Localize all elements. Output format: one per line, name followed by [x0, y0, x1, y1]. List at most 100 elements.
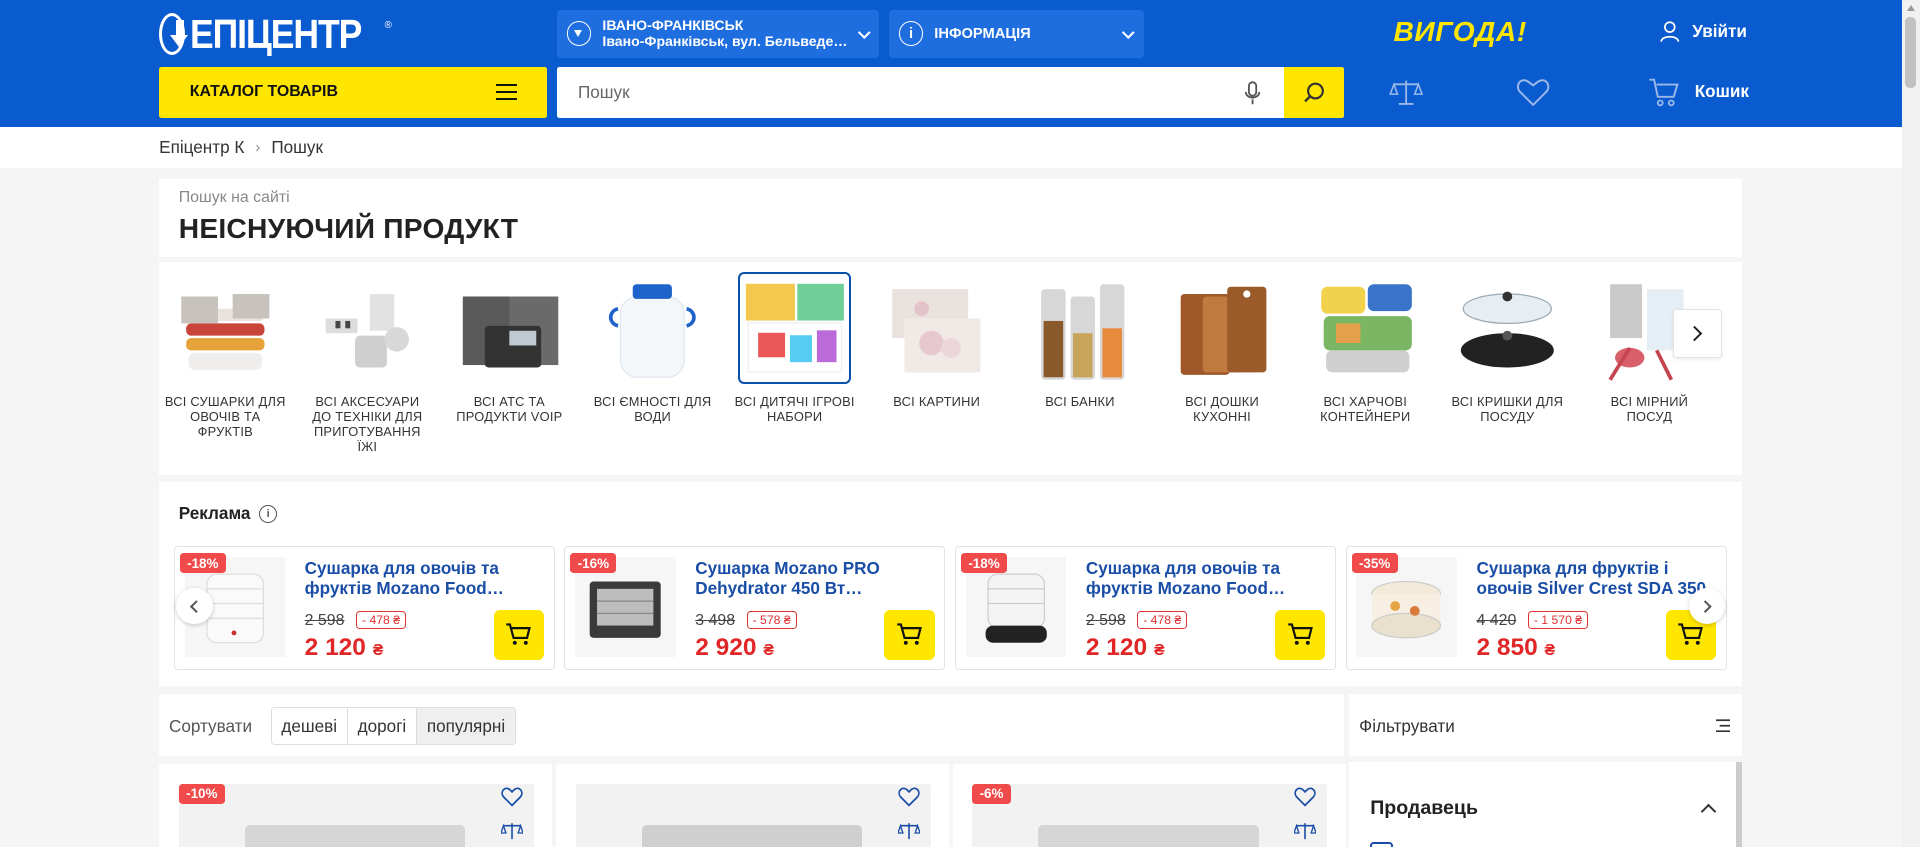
ad-product-name[interactable]: Сушарка для фруктів і овочів Silver Cres…	[1477, 558, 1717, 598]
catalog-button[interactable]: КАТАЛОГ ТОВАРІВ	[159, 67, 548, 118]
category-next-button[interactable]	[1672, 308, 1722, 358]
add-to-cart-button[interactable]	[1274, 609, 1326, 660]
seller-filter-title: Продавець	[1370, 797, 1478, 820]
search-bar	[557, 67, 1345, 118]
category-item[interactable]: ВСІ ХАРЧОВІ КОНТЕЙНЕРИ	[1304, 272, 1426, 425]
search-button[interactable]	[1284, 67, 1345, 118]
sort-label: Сортувати	[168, 716, 253, 737]
location-address: Івано-Франківськ, вул. Бельведерська	[602, 33, 854, 49]
microphone-icon[interactable]	[1244, 81, 1261, 105]
compare-icon[interactable]	[1388, 77, 1423, 109]
ad-product-name[interactable]: Сушарка для овочів та фруктів Mozano Foo…	[305, 558, 545, 598]
page-scrollbar[interactable]	[1901, 0, 1920, 847]
jars-image	[1024, 272, 1137, 385]
category-item[interactable]: ВСІ ДОШКИ КУХОННІ	[1161, 272, 1283, 425]
product-card[interactable]: -6%	[952, 764, 1346, 847]
ads-panel: Реклама i -18% Сушарка для овочів та фру…	[159, 482, 1743, 686]
location-selector[interactable]: ІВАНО-ФРАНКІВСЬК Івано-Франківськ, вул. …	[557, 9, 880, 58]
cutting-boards-image	[1166, 272, 1279, 385]
search-title-panel: Пошук на сайті НЕІСНУЮЧИЙ ПРОДУКТ	[159, 178, 1743, 258]
category-item[interactable]: ВСІ АКСЕСУАРИ ДО ТЕХНІКИ ДЛЯ ПРИГОТУВАНН…	[306, 272, 428, 454]
product-card[interactable]	[555, 764, 949, 847]
cart-icon	[1678, 623, 1704, 646]
menu-icon	[495, 84, 517, 101]
sort-cheap-button[interactable]: дешеві	[271, 707, 348, 745]
seller-scrollbar[interactable]	[1736, 761, 1743, 847]
ad-card[interactable]: -16% Сушарка Mozano PRO Dehydrator 450 В…	[564, 546, 946, 670]
heart-icon[interactable]	[1516, 78, 1550, 107]
compare-icon[interactable]	[1294, 822, 1317, 842]
old-price: 4 420	[1476, 612, 1517, 629]
login-button[interactable]: Увійти	[1660, 21, 1747, 43]
dryer-image	[169, 272, 282, 385]
painting-image	[880, 272, 993, 385]
compare-icon[interactable]	[500, 822, 523, 842]
category-label: ВСІ СУШАРКИ ДЛЯ ОВОЧІВ ТА ФРУКТІВ	[164, 394, 286, 439]
seller-checkbox[interactable]	[1370, 842, 1394, 847]
logo-text: ЕПІЦЕНТР	[189, 10, 362, 57]
search-input[interactable]	[557, 67, 1225, 118]
currency: ₴	[763, 642, 774, 660]
product-photo	[244, 825, 466, 847]
currency: ₴	[1153, 642, 1165, 660]
chevron-left-icon	[190, 600, 203, 613]
scrollbar-thumb[interactable]	[1905, 17, 1917, 89]
discount-badge: -18%	[960, 553, 1008, 574]
filter-bar[interactable]: Фільтрувати	[1349, 694, 1743, 756]
discount-badge: -18%	[179, 553, 226, 574]
cart-icon	[506, 623, 532, 646]
ads-title: Реклама i	[179, 503, 278, 524]
promo-link[interactable]: ВИГОДА!	[1393, 16, 1526, 48]
cart-icon	[1287, 623, 1313, 646]
add-to-cart-button[interactable]	[493, 609, 544, 660]
category-label: ВСІ КРИШКИ ДЛЯ ПОСУДУ	[1451, 394, 1564, 425]
breadcrumb-home[interactable]: Епіцентр К	[159, 137, 244, 158]
scroll-up-icon[interactable]	[1906, 5, 1915, 11]
product-card[interactable]: -10%	[159, 764, 553, 847]
category-item[interactable]: ВСІ КРИШКИ ДЛЯ ПОСУДУ	[1446, 272, 1568, 425]
sort-bar: Сортувати дешеві дорогі популярні	[159, 694, 1345, 756]
old-price: 3 498	[695, 612, 736, 629]
info-icon[interactable]: i	[258, 504, 278, 523]
heart-icon[interactable]	[897, 787, 920, 807]
header: ЕПІЦЕНТР ® ІВАНО-ФРАНКІВСЬК Івано-Франків…	[0, 0, 1902, 128]
logo-icon	[159, 13, 188, 56]
category-item[interactable]: ВСІ БАНКИ	[1019, 272, 1141, 410]
price-value: 2 920	[695, 634, 757, 662]
discount-badge: -10%	[178, 783, 225, 804]
ad-product-name[interactable]: Сушарка Mozano PRO Dehydrator 450 Вт…	[695, 558, 935, 598]
sort-popular-button[interactable]: популярні	[417, 707, 515, 745]
category-label: ВСІ ЄМНОСТІ ДЛЯ ВОДИ	[593, 394, 712, 425]
chevron-up-icon[interactable]	[1700, 803, 1717, 820]
filter-icon[interactable]	[1715, 719, 1731, 732]
category-item[interactable]: ВСІ СУШАРКИ ДЛЯ ОВОЧІВ ТА ФРУКТІВ	[164, 272, 286, 440]
compare-icon[interactable]	[897, 822, 920, 842]
heart-icon[interactable]	[501, 787, 523, 807]
heart-icon[interactable]	[1294, 787, 1317, 807]
add-to-cart-button[interactable]	[884, 609, 935, 660]
cart-link[interactable]: Кошик	[1648, 76, 1749, 108]
ad-card[interactable]: -18% Сушарка для овочів та фруктів Mozan…	[955, 546, 1336, 670]
breadcrumb: Епіцентр К › Пошук	[159, 137, 323, 158]
price: 2 120 ₴	[1086, 634, 1165, 662]
kids-playset-image	[738, 271, 851, 385]
page-title: НЕІСНУЮЧИЙ ПРОДУКТ	[178, 213, 519, 245]
phone-station-image	[453, 272, 566, 385]
cart-label: Кошик	[1694, 81, 1749, 102]
location-icon	[566, 21, 592, 46]
discount-badge: -16%	[570, 553, 617, 574]
sort-expensive-button[interactable]: дорогі	[347, 707, 418, 745]
ad-product-name[interactable]: Сушарка для овочів та фруктів Mozano Foo…	[1086, 558, 1326, 598]
ad-card[interactable]: -35% Сушарка для фруктів і овочів Silver…	[1345, 546, 1727, 670]
search-icon	[1304, 82, 1325, 103]
chevron-right-icon: ›	[255, 139, 261, 156]
lids-image	[1451, 272, 1564, 385]
category-item[interactable]: ВСІ АТС ТА ПРОДУКТИ VOIP	[448, 272, 570, 425]
ad-card[interactable]: -18% Сушарка для овочів та фруктів Mozan…	[173, 546, 555, 670]
category-item[interactable]: ВСІ ДИТЯЧІ ІГРОВІ НАБОРИ	[733, 271, 855, 425]
category-item[interactable]: ВСІ КАРТИНИ	[876, 272, 998, 410]
breadcrumb-current: Пошук	[271, 137, 323, 158]
info-dropdown[interactable]: i ІНФОРМАЦІЯ	[888, 9, 1144, 58]
category-item[interactable]: ВСІ ЄМНОСТІ ДЛЯ ВОДИ	[591, 272, 713, 425]
logo[interactable]: ЕПІЦЕНТР ®	[159, 10, 392, 59]
